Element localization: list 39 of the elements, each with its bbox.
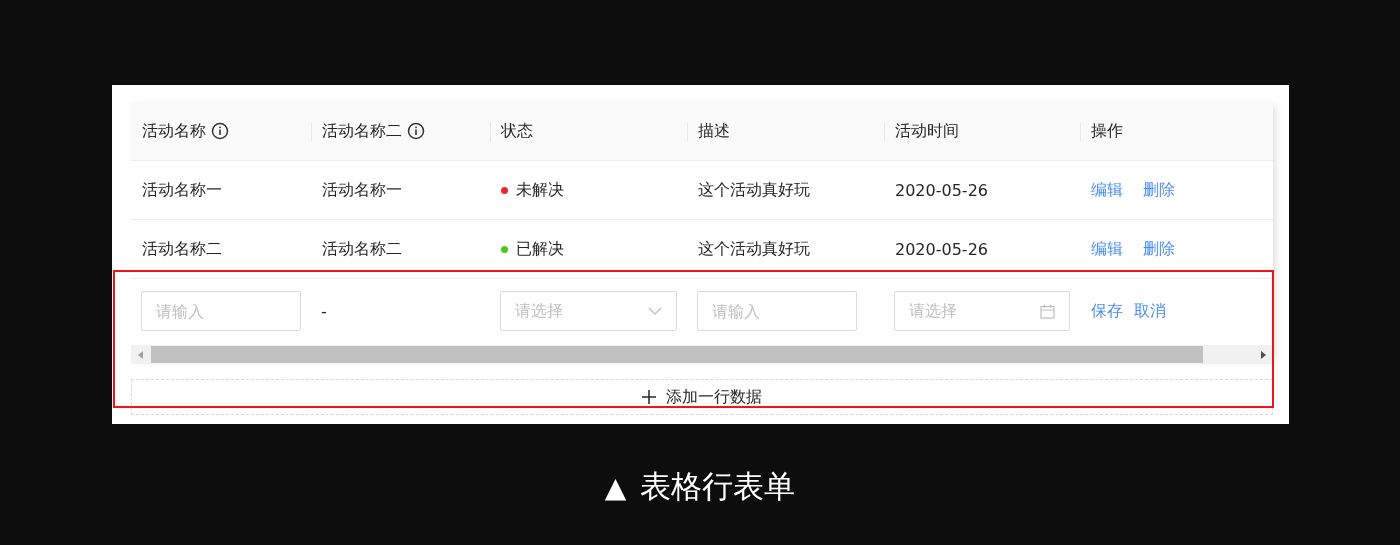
column-header: 描述 — [698, 120, 730, 142]
info-icon — [407, 122, 425, 140]
calendar-icon — [1040, 303, 1055, 319]
column-header: 操作 — [1091, 120, 1123, 142]
scroll-thumb[interactable] — [151, 346, 1203, 363]
input-field[interactable]: 请输入 — [697, 291, 857, 331]
action-link[interactable]: 取消 — [1134, 300, 1166, 322]
info-icon — [211, 122, 229, 140]
action-link[interactable]: 保存 — [1091, 300, 1123, 322]
scroll-right-icon[interactable] — [1259, 350, 1267, 359]
table-cell: 2020-05-26 — [895, 239, 988, 259]
table-cell: 活动名称一 — [322, 179, 402, 201]
scroll-left-icon[interactable] — [137, 350, 145, 359]
select-field[interactable]: 请选择 — [500, 291, 677, 331]
chevron-down-icon — [648, 307, 662, 315]
action-link[interactable]: 删除 — [1143, 238, 1175, 260]
table-cell: 活动名称二 — [142, 238, 222, 260]
date-field[interactable]: 请选择 — [894, 291, 1070, 331]
column-header: 活动名称二 — [322, 120, 402, 142]
table-cell: 2020-05-26 — [895, 180, 988, 200]
column-header: 活动时间 — [895, 120, 959, 142]
table-cell: 活动名称二 — [322, 238, 402, 260]
status-label: 未解决 — [516, 179, 564, 201]
action-link[interactable]: 编辑 — [1091, 179, 1123, 201]
status-label: 已解决 — [516, 238, 564, 260]
column-header: 状态 — [501, 120, 533, 142]
column-header: 活动名称 — [142, 120, 206, 142]
table-cell: 这个活动真好玩 — [698, 179, 810, 201]
horizontal-scrollbar[interactable] — [131, 345, 1273, 364]
triangle-marker: ▲ — [604, 470, 627, 504]
action-link[interactable]: 编辑 — [1091, 238, 1123, 260]
table-cell: 这个活动真好玩 — [698, 238, 810, 260]
table-cell: 活动名称一 — [142, 179, 222, 201]
plus-icon — [642, 390, 656, 404]
action-link[interactable]: 删除 — [1143, 179, 1175, 201]
add-row-button[interactable]: 添加一行数据 — [131, 379, 1273, 415]
caption: 表格行表单 — [640, 467, 796, 506]
input-field[interactable]: 请输入 — [141, 291, 301, 331]
table-cell: - — [321, 301, 327, 321]
